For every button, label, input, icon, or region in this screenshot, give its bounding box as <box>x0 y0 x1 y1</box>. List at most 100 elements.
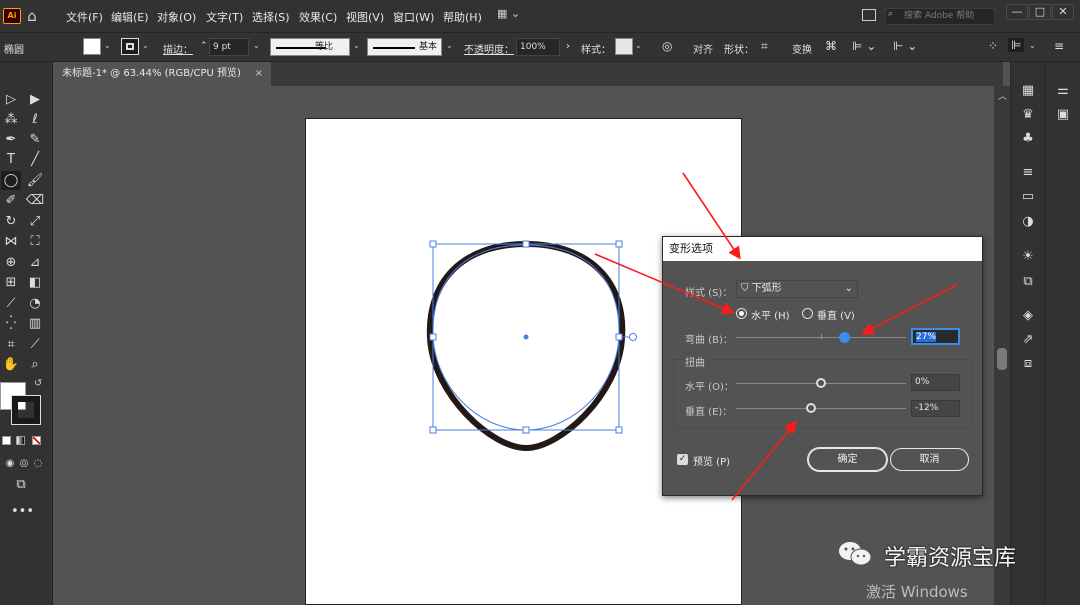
scale-tool-icon[interactable]: ⤢ <box>25 212 45 231</box>
distort-vertical-input[interactable]: -12% <box>911 400 960 417</box>
direct-selection-tool-icon[interactable]: ▶ <box>25 90 45 109</box>
opacity-arrow-icon[interactable]: › <box>566 41 570 52</box>
edit-toolbar-icon[interactable]: ••• <box>11 502 34 521</box>
distort-horizontal-input[interactable]: 0% <box>911 374 960 391</box>
distort-vertical-knob[interactable] <box>805 403 816 413</box>
align-horizontal-icon[interactable]: ⊫ ⌄ <box>852 39 876 53</box>
cancel-button[interactable]: 取消 <box>890 448 969 471</box>
paintbrush-tool-icon[interactable]: 🖌 <box>25 171 45 190</box>
stroke-swatch[interactable] <box>121 38 139 55</box>
minimize-button[interactable]: — <box>1006 4 1028 20</box>
stroke-color-box[interactable] <box>11 395 41 425</box>
none-mode-icon[interactable] <box>32 436 41 445</box>
bend-slider-knob[interactable] <box>838 332 850 343</box>
menu-select[interactable]: 选择(S) <box>252 9 290 25</box>
menu-object[interactable]: 对象(O) <box>157 9 196 25</box>
line-tool-icon[interactable]: ╱ <box>25 150 45 169</box>
eraser-tool-icon[interactable]: ⌫ <box>25 191 45 210</box>
panel-options-icon[interactable]: ⊫ <box>1008 38 1025 52</box>
slice-tool-icon[interactable]: ⟋ <box>25 335 45 354</box>
type-tool-icon[interactable]: T <box>1 150 21 169</box>
shape-icon[interactable]: ⌗ <box>761 39 768 54</box>
recolor-icon[interactable]: ◎ <box>662 39 672 53</box>
distort-vertical-track[interactable] <box>736 408 906 409</box>
artboard-tool-icon[interactable]: ⌗ <box>1 335 21 354</box>
close-tab-icon[interactable]: × <box>255 62 263 86</box>
preview-label[interactable]: 预览 (P) <box>693 453 730 468</box>
menu-file[interactable]: 文件(F) <box>66 9 103 25</box>
brush-definition[interactable]: 基本 <box>367 38 442 56</box>
pen-tool-icon[interactable]: ✒ <box>1 130 21 149</box>
menu-help[interactable]: 帮助(H) <box>443 9 482 25</box>
free-transform-tool-icon[interactable]: ⛶ <box>25 232 45 251</box>
layers-panel-icon[interactable]: ◈ <box>1018 306 1038 326</box>
swap-colors-icon[interactable]: ↺ <box>34 378 42 389</box>
brushes-panel-icon[interactable]: ♛ <box>1018 105 1038 125</box>
stroke-weight-input[interactable]: 9 pt <box>209 38 249 56</box>
shaper-tool-icon[interactable]: ✐ <box>1 191 21 210</box>
menu-window[interactable]: 窗口(W) <box>393 9 434 25</box>
ellipse-tool-icon[interactable]: ◯ <box>1 171 21 190</box>
align-link[interactable]: 对齐 <box>693 41 713 56</box>
variable-width-profile[interactable]: 等比 <box>270 38 350 56</box>
maximize-button[interactable]: □ <box>1029 4 1051 20</box>
fill-swatch[interactable] <box>83 38 101 55</box>
color-mode-icon[interactable] <box>2 436 11 445</box>
symbol-sprayer-tool-icon[interactable]: ⁛ <box>1 314 21 333</box>
scrollbar-thumb[interactable] <box>997 348 1007 370</box>
curvature-tool-icon[interactable]: ✎ <box>25 130 45 149</box>
perspective-grid-tool-icon[interactable]: ⊿ <box>25 253 45 272</box>
transparency-panel-icon[interactable]: ◑ <box>1018 212 1038 232</box>
style-dropdown-icon[interactable]: ⌄ <box>635 41 642 50</box>
eyedropper-tool-icon[interactable]: ⟋ <box>1 294 21 313</box>
profile-dropdown-icon[interactable]: ⌄ <box>353 41 360 50</box>
gradient-mode-icon[interactable] <box>16 436 25 445</box>
vertical-radio-label[interactable]: 垂直 (V) <box>817 307 855 322</box>
gradient-panel-icon[interactable]: ▭ <box>1018 187 1038 207</box>
mesh-tool-icon[interactable]: ⊞ <box>1 273 21 292</box>
vertical-radio[interactable] <box>802 308 813 319</box>
bend-input[interactable]: 27% <box>911 328 960 345</box>
grid-icon[interactable]: ⁘ <box>988 39 998 53</box>
help-search-input[interactable]: 搜索 Adobe 帮助 <box>885 8 995 25</box>
transform-link[interactable]: 变换 <box>792 41 812 56</box>
panel-options-dropdown-icon[interactable]: ⌄ <box>1029 41 1036 50</box>
horizontal-radio-label[interactable]: 水平 (H) <box>751 307 790 322</box>
stroke-weight-dropdown-icon[interactable]: ⌄ <box>253 41 260 50</box>
close-window-button[interactable]: ✕ <box>1052 4 1074 20</box>
scroll-up-icon[interactable]: ︿ <box>998 89 1007 102</box>
hand-tool-icon[interactable]: ✋ <box>1 355 21 374</box>
appearance-panel-icon[interactable]: ☀ <box>1018 247 1038 267</box>
panel-toggle-icon[interactable] <box>862 9 876 21</box>
selection-tool-icon[interactable]: ▷ <box>1 90 21 109</box>
horizontal-radio[interactable] <box>736 308 747 319</box>
home-icon[interactable]: ⌂ <box>22 6 42 26</box>
stroke-stepper-icon[interactable]: ⌃ <box>200 41 208 51</box>
screen-mode-icon[interactable]: ⧉ <box>11 475 31 494</box>
align-vertical-icon[interactable]: ⊩ ⌄ <box>893 39 917 53</box>
opacity-label[interactable]: 不透明度： <box>464 41 514 56</box>
shape-builder-tool-icon[interactable]: ⊕ <box>1 253 21 272</box>
export-panel-icon[interactable]: ⇗ <box>1018 330 1038 350</box>
graphic-style-swatch[interactable] <box>615 38 633 55</box>
symbols-panel-icon[interactable]: ♣ <box>1018 129 1038 149</box>
swatches-panel-icon[interactable]: ▦ <box>1018 81 1038 101</box>
magic-wand-tool-icon[interactable]: ⁂ <box>1 110 21 129</box>
workspace-switcher-icon[interactable]: ▦ ⌄ <box>497 7 533 25</box>
graphic-styles-panel-icon[interactable]: ⧉ <box>1018 272 1038 292</box>
vertical-scrollbar[interactable] <box>994 86 1010 605</box>
draw-inside-icon[interactable]: ◌ <box>28 454 48 473</box>
opacity-input[interactable]: 100% <box>516 38 560 56</box>
stroke-dropdown-icon[interactable]: ⌄ <box>142 41 149 50</box>
column-graph-tool-icon[interactable]: ▥ <box>25 314 45 333</box>
menu-view[interactable]: 视图(V) <box>346 9 384 25</box>
isolate-icon[interactable]: ⌘ <box>825 39 837 53</box>
fill-dropdown-icon[interactable]: ⌄ <box>104 41 111 50</box>
ok-button[interactable]: 确定 <box>808 448 887 471</box>
stroke-panel-icon[interactable]: ≡ <box>1018 163 1038 183</box>
distort-horizontal-knob[interactable] <box>816 378 826 388</box>
preview-checkbox[interactable]: ✓ <box>677 454 688 465</box>
menu-edit[interactable]: 编辑(E) <box>111 9 149 25</box>
style-dropdown[interactable]: ⛉ 下弧形 ⌄ <box>736 280 858 298</box>
menu-effect[interactable]: 效果(C) <box>299 9 337 25</box>
